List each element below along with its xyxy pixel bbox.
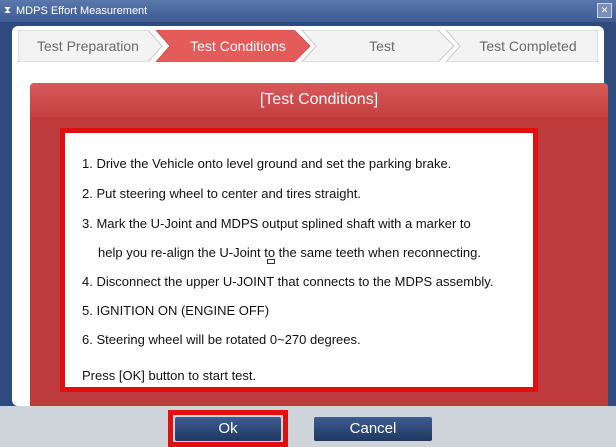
hourglass-icon: ⧗ [4, 5, 12, 16]
step-progress-bar: Test Preparation Test Conditions Test Te… [18, 30, 598, 62]
cursor-icon [267, 259, 275, 264]
instructions-box: 1. Drive the Vehicle onto level ground a… [60, 128, 538, 392]
step-test-completed: Test Completed [479, 38, 577, 54]
instruction-line: 3. Mark the U-Joint and MDPS output spli… [82, 216, 471, 231]
instruction-line: 1. Drive the Vehicle onto level ground a… [82, 156, 452, 171]
step-test-conditions: Test Conditions [190, 38, 286, 54]
button-bar [0, 406, 616, 447]
instruction-line: help you re-align the U-Joint to the sam… [98, 245, 482, 260]
title-bar: ⧗ MDPS Effort Measurement ✕ [0, 0, 616, 22]
instruction-line: 5. IGNITION ON (ENGINE OFF) [82, 303, 270, 318]
ok-button-highlight [168, 410, 288, 447]
section-header: [Test Conditions] [30, 83, 608, 117]
step-test-preparation: Test Preparation [37, 38, 139, 54]
step-test: Test [369, 38, 395, 54]
mdps-effort-window: ⧗ MDPS Effort Measurement ✕ Test Prepara… [0, 0, 616, 447]
instruction-line: 6. Steering wheel will be rotated 0~270 … [82, 332, 361, 347]
window-title: MDPS Effort Measurement [16, 5, 148, 17]
instruction-line: 4. Disconnect the upper U-JOINT that con… [82, 274, 494, 289]
start-prompt: Press [OK] button to start test. [82, 368, 257, 383]
close-icon[interactable]: ✕ [597, 3, 612, 18]
instruction-line: 2. Put steering wheel to center and tire… [82, 186, 361, 201]
cancel-button[interactable]: Cancel [314, 417, 432, 441]
